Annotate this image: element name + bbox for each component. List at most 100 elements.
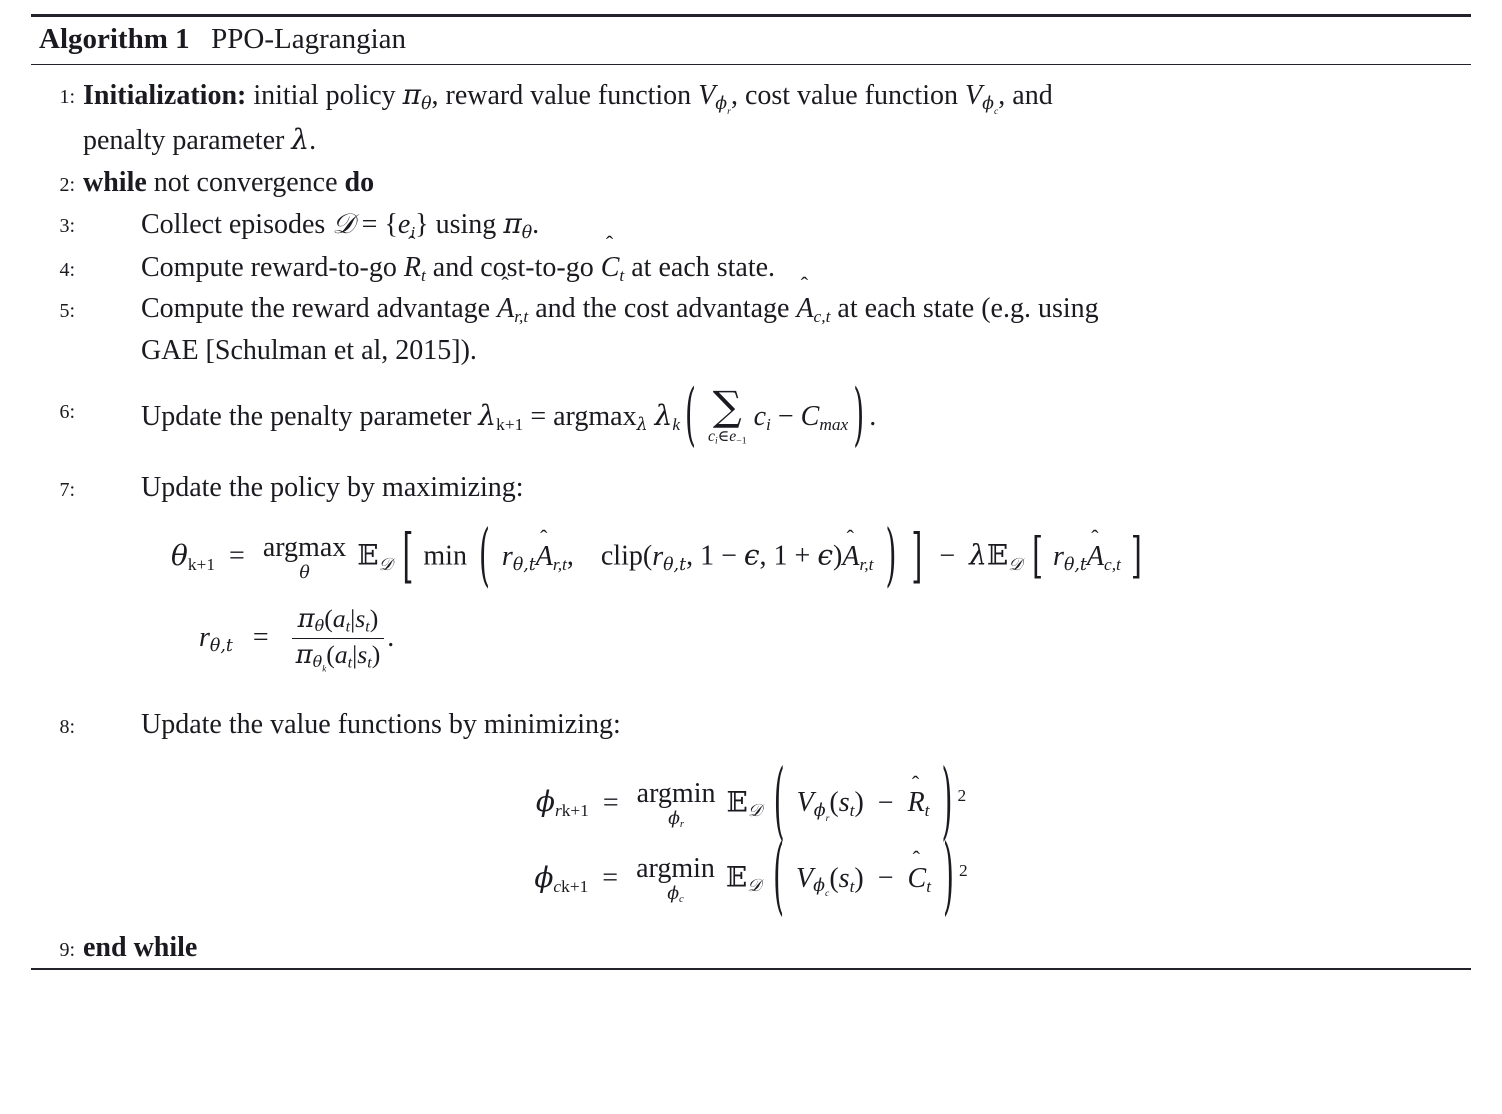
exponent-two: 2 <box>957 785 967 805</box>
step-text: and cost-to-go <box>432 251 594 283</box>
algorithm-step-1: 1: Initialization: initial policy πθ, re… <box>31 74 1471 162</box>
hat-accent: ˆ <box>846 525 854 550</box>
step-number: 3: <box>59 215 75 238</box>
step-number: 4: <box>59 258 75 281</box>
bracket-open-big: [ <box>402 520 414 591</box>
step-keyword-end-while: end while <box>83 932 198 964</box>
expectation-operator: 𝔼 <box>726 784 748 818</box>
hat-accent: ˆ <box>800 273 809 298</box>
step-text: Collect episodes <box>141 209 326 241</box>
step-text: , and <box>998 80 1053 111</box>
math-reward-value-function: Vϕr <box>698 80 731 117</box>
step-text-citation: GAE [Schulman et al, 2015]). <box>141 334 477 366</box>
hat-accent: ˆ <box>912 847 920 872</box>
fraction-numerator: πθ(at|st) <box>297 603 379 636</box>
algorithm-title: Algorithm 1 PPO-Lagrangian <box>31 17 1471 61</box>
step-text: , cost value function <box>730 80 958 111</box>
step-text: at each state. <box>631 251 776 283</box>
hat-accent: ˆ <box>911 771 920 796</box>
step-content: Compute reward-to-go ˆ Rt and cost-to-go … <box>83 231 1471 289</box>
step-number: 8: <box>59 716 75 739</box>
equation-reward-value-objective: ϕrk+1 = argmin ϕr 𝔼𝒟 ( Vϕr(st) − ˆ Rt ) 2 <box>535 750 967 850</box>
ratio-fraction: πθ(at|st) πθk(at|st) <box>291 603 385 674</box>
step-text: initial policy <box>253 80 396 111</box>
step-number: 2: <box>59 173 75 196</box>
algorithm-step-7: 7: Update the policy by maximizing: <box>31 467 1471 508</box>
math-cost-to-go: ˆ Ct <box>600 231 625 285</box>
algorithm-name: PPO-Lagrangian <box>211 23 407 55</box>
paren-close-big: ) <box>885 513 897 595</box>
step-number: 9: <box>59 939 75 962</box>
math-lambda-update: λk+1 = argmaxλ λk(∑ ci∈e−1 ci − Cmax) <box>478 374 869 455</box>
math-lambda: λ <box>291 123 310 157</box>
step-text: Update the value functions by minimizing… <box>141 709 621 741</box>
expectation-operator: 𝔼 <box>986 538 1009 572</box>
step-content: end while <box>83 927 1471 968</box>
algorithm-step-5: 5: Compute the reward advantage ˆ Ar,t an… <box>31 273 1471 371</box>
step-text: Compute reward-to-go <box>141 251 397 283</box>
equation-policy-objective: θk+1 = argmax θ 𝔼𝒟 [ min ( rθ,t ˆ Ar,t, cl… <box>171 513 1142 595</box>
paren-close-big: ) <box>943 826 954 926</box>
step-text: at each state (e.g. using <box>837 293 1099 325</box>
step-number: 7: <box>59 478 75 501</box>
step-content: Compute the reward advantage ˆ Ar,t and t… <box>83 273 1471 371</box>
algorithm-step-2: 2: while not convergence do <box>31 162 1471 203</box>
step-text: . <box>869 401 877 433</box>
equation-cost-value-objective: ϕck+1 = argmin ϕc 𝔼𝒟 ( Vϕc(st) − ˆ Ct ) 2 <box>534 826 968 926</box>
step-text: Update the penalty parameter <box>141 401 472 433</box>
step-keyword-while: while <box>83 166 147 198</box>
algorithm-step-9: 9: end while <box>31 927 1471 968</box>
algorithm-block: Algorithm 1 PPO-Lagrangian 1: Initializa… <box>31 0 1471 971</box>
step-text: , reward value function <box>431 80 692 111</box>
algorithm-steps: 1: Initialization: initial policy πθ, re… <box>31 65 1471 968</box>
hat-accent: ˆ <box>605 231 614 256</box>
bracket-close-big: ] <box>1130 526 1142 585</box>
summation-operator: ∑ ci∈e−1 <box>707 382 747 447</box>
algorithm-step-3: 3: Collect episodes 𝒟 = {ei} using πθ. <box>31 203 1471 247</box>
step-text: not convergence <box>153 166 338 198</box>
step-number: 5: <box>59 300 75 323</box>
argmin-operator: argmin ϕc <box>636 853 715 906</box>
algorithm-label: Algorithm 1 <box>39 23 190 55</box>
step-content: Initialization: initial policy πθ, rewar… <box>83 74 1471 162</box>
step-number: 6: <box>59 401 75 424</box>
step-keyword-do: do <box>344 166 375 198</box>
expectation-operator: 𝔼 <box>725 860 748 894</box>
bracket-open-big: [ <box>1032 526 1044 585</box>
equation-probability-ratio: rθ,t = πθ(at|st) πθk(at|st) . <box>199 603 395 675</box>
argmax-operator: argmax θ <box>262 532 347 584</box>
math-policy-pi-theta: πθ <box>503 207 533 244</box>
paren-open-big: ( <box>478 513 490 595</box>
hat-accent: ˆ <box>408 231 416 256</box>
argmin-operator: argmin ϕr <box>636 777 716 830</box>
hat-accent: ˆ <box>1091 525 1099 550</box>
algorithm-step-6: 6: Update the penalty parameter λk+1 = arg… <box>31 374 1471 455</box>
algorithm-bottom-rule <box>31 968 1471 971</box>
step-text: Compute the reward advantage <box>141 293 491 325</box>
step-keyword-initialization: Initialization: <box>83 80 247 111</box>
fraction-denominator: πθk(at|st) <box>291 637 385 674</box>
paren-open-big: ( <box>685 374 696 455</box>
hat-accent: ˆ <box>501 273 509 298</box>
step-text: penalty parameter <box>83 125 285 157</box>
bracket-close-big: ] <box>911 520 923 591</box>
step-content: while not convergence do <box>83 162 1471 203</box>
step-number: 1: <box>59 86 75 108</box>
step-content: Update the policy by maximizing: <box>83 467 1471 508</box>
algorithm-step-8: 8: Update the value functions by minimiz… <box>31 704 1471 745</box>
step-content: Update the penalty parameter λk+1 = argmax… <box>83 374 1471 455</box>
step-text: and the cost advantage <box>535 293 790 325</box>
math-reward-to-go: ˆ Rt <box>403 231 426 285</box>
step-content: Collect episodes 𝒟 = {ei} using πθ. <box>83 203 1471 247</box>
math-cost-value-function: Vϕc <box>965 80 999 117</box>
exponent-two: 2 <box>958 861 968 881</box>
step-text: Update the policy by maximizing: <box>141 471 524 503</box>
step-content: Update the value functions by minimizing… <box>83 704 1471 745</box>
step-text: using <box>435 209 497 241</box>
math-cost-advantage: ˆ Ac,t <box>796 273 831 327</box>
paren-open-big: ( <box>773 826 785 926</box>
math-reward-advantage: ˆ Ar,t <box>497 273 529 327</box>
math-policy-pi-theta: πθ <box>402 78 432 114</box>
hat-accent: ˆ <box>540 525 548 550</box>
step-text: . <box>532 209 540 241</box>
